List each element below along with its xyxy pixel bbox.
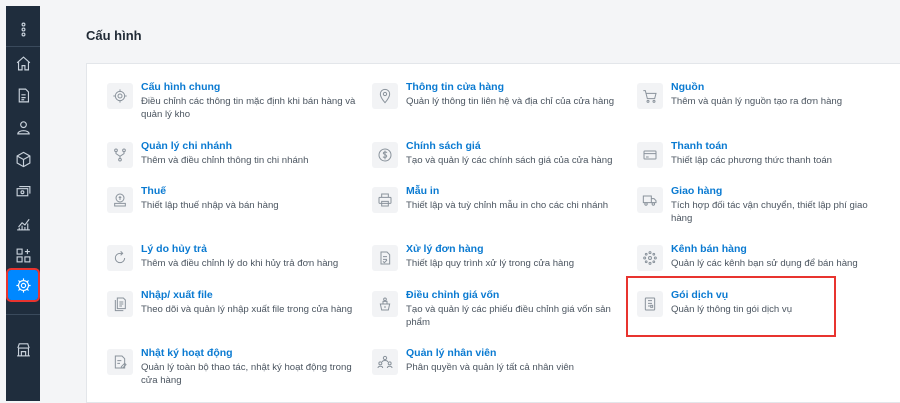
setting-item-order-processing[interactable]: Xử lý đơn hàng Thiết lập quy trình xử lý… — [372, 243, 622, 271]
setting-item-description: Thêm và điều chỉnh thông tin chi nhánh — [141, 155, 309, 166]
setting-item-tax[interactable]: Thuế Thiết lập thuế nhập và bán hàng — [107, 185, 357, 213]
setting-item-description: Phân quyền và quản lý tất cả nhân viên — [406, 362, 575, 373]
setting-item-activity-log[interactable]: Nhật ký hoạt động Quản lý toàn bộ thao t… — [107, 347, 357, 387]
setting-item-description: Tạo và quản lý các phiếu điều chỉnh giá … — [406, 304, 611, 328]
location-pin-icon — [372, 83, 398, 109]
cart-icon — [637, 83, 663, 109]
page-title: Cấu hình — [86, 28, 142, 43]
setting-item-description: Điều chỉnh các thông tin mặc định khi bá… — [141, 96, 356, 120]
sidebar-divider — [6, 314, 40, 315]
cost-adjust-icon — [372, 291, 398, 317]
setting-item-general[interactable]: Cấu hình chung Điều chỉnh các thông tin … — [107, 81, 357, 121]
truck-icon — [637, 187, 663, 213]
sidebar-divider — [6, 46, 40, 47]
printer-icon — [372, 187, 398, 213]
setting-item-name[interactable]: Quản lý nhân viên — [406, 347, 622, 360]
settings-gear-icon[interactable] — [6, 268, 40, 302]
setting-item-description: Thiết lập quy trình xử lý trong cửa hàng — [406, 258, 575, 269]
setting-item-price-policy[interactable]: Chính sách giá Tạo và quản lý các chính … — [372, 140, 622, 168]
setting-item-cancel-reasons[interactable]: Lý do hủy trả Thêm và điều chỉnh lý do k… — [107, 243, 357, 271]
setting-item-name[interactable]: Giao hàng — [671, 185, 887, 198]
setting-item-description: Quản lý thông tin liên hệ và địa chỉ của… — [406, 96, 615, 107]
setting-item-sources[interactable]: Nguồn Thêm và quản lý nguồn tạo ra đơn h… — [637, 81, 887, 109]
order-process-icon — [372, 245, 398, 271]
sidebar — [6, 6, 40, 401]
setting-item-import-export[interactable]: Nhập/ xuất file Theo dõi và quản lý nhập… — [107, 289, 357, 317]
setting-item-sales-channels[interactable]: Kênh bán hàng Quản lý các kênh bạn sử dụ… — [637, 243, 887, 271]
branch-icon — [107, 142, 133, 168]
setting-item-description: Thiết lập các phương thức thanh toán — [671, 155, 833, 166]
setting-item-name[interactable]: Quản lý chi nhánh — [141, 140, 357, 153]
setting-item-description: Thiết lập thuế nhập và bán hàng — [141, 200, 279, 211]
activity-log-icon — [107, 349, 133, 375]
highlight-box — [626, 276, 836, 337]
apps-icon[interactable] — [10, 242, 36, 268]
channels-icon — [637, 245, 663, 271]
store-icon[interactable] — [10, 336, 36, 362]
setting-item-name[interactable]: Mẫu in — [406, 185, 622, 198]
customer-icon[interactable] — [10, 114, 36, 140]
setting-item-staff[interactable]: Quản lý nhân viên Phân quyền và quản lý … — [372, 347, 622, 375]
setting-item-print-templates[interactable]: Mẫu in Thiết lập và tuỳ chỉnh mẫu in cho… — [372, 185, 622, 213]
staff-icon — [372, 349, 398, 375]
credit-card-icon — [637, 142, 663, 168]
setting-item-description: Tạo và quản lý các chính sách giá của cử… — [406, 155, 613, 166]
setting-item-name[interactable]: Xử lý đơn hàng — [406, 243, 622, 256]
tax-icon — [107, 187, 133, 213]
setting-item-description: Quản lý các kênh bạn sử dụng để bán hàng — [671, 258, 858, 269]
setting-item-name[interactable]: Chính sách giá — [406, 140, 622, 153]
setting-item-description: Thiết lập và tuỳ chỉnh mẫu in cho các ch… — [406, 200, 609, 211]
setting-item-name[interactable]: Kênh bán hàng — [671, 243, 887, 256]
setting-item-name[interactable]: Điều chỉnh giá vốn — [406, 289, 622, 302]
setting-item-name[interactable]: Nguồn — [671, 81, 887, 94]
setting-item-cost-adjustment[interactable]: Điều chỉnh giá vốn Tạo và quản lý các ph… — [372, 289, 622, 329]
setting-item-name[interactable]: Cấu hình chung — [141, 81, 357, 94]
setting-item-description: Theo dõi và quản lý nhập xuất file trong… — [141, 304, 353, 315]
product-box-icon[interactable] — [10, 146, 36, 172]
setting-item-description: Quản lý toàn bộ thao tác, nhật ký hoạt đ… — [141, 362, 352, 386]
setting-item-payment[interactable]: Thanh toán Thiết lập các phương thức tha… — [637, 140, 887, 168]
home-icon[interactable] — [10, 50, 36, 76]
setting-item-name[interactable]: Lý do hủy trả — [141, 243, 357, 256]
refresh-icon — [107, 245, 133, 271]
order-document-icon[interactable] — [10, 82, 36, 108]
setting-item-description: Thêm và điều chỉnh lý do khi hủy trả đơn… — [141, 258, 339, 269]
app-frame: Cấu hình Cấu hình chung Điều chỉnh các t… — [0, 0, 900, 403]
setting-item-description: Thêm và quản lý nguồn tạo ra đơn hàng — [671, 96, 843, 107]
setting-item-store-info[interactable]: Thông tin cửa hàng Quản lý thông tin liê… — [372, 81, 622, 109]
setting-item-description: Tích hợp đối tác vận chuyển, thiết lập p… — [671, 200, 868, 224]
more-vertical-icon[interactable] — [10, 16, 36, 42]
cash-icon[interactable] — [10, 178, 36, 204]
settings-card: Cấu hình chung Điều chỉnh các thông tin … — [86, 63, 900, 403]
setting-item-name[interactable]: Thuế — [141, 185, 357, 198]
setting-item-name[interactable]: Nhập/ xuất file — [141, 289, 357, 302]
setting-item-branches[interactable]: Quản lý chi nhánh Thêm và điều chỉnh thô… — [107, 140, 357, 168]
setting-item-name[interactable]: Thông tin cửa hàng — [406, 81, 622, 94]
report-chart-icon[interactable] — [10, 210, 36, 236]
setting-item-shipping[interactable]: Giao hàng Tích hợp đối tác vận chuyển, t… — [637, 185, 887, 225]
gear-icon — [107, 83, 133, 109]
setting-item-name[interactable]: Nhật ký hoạt động — [141, 347, 357, 360]
file-icon — [107, 291, 133, 317]
dollar-icon — [372, 142, 398, 168]
setting-item-name[interactable]: Thanh toán — [671, 140, 887, 153]
